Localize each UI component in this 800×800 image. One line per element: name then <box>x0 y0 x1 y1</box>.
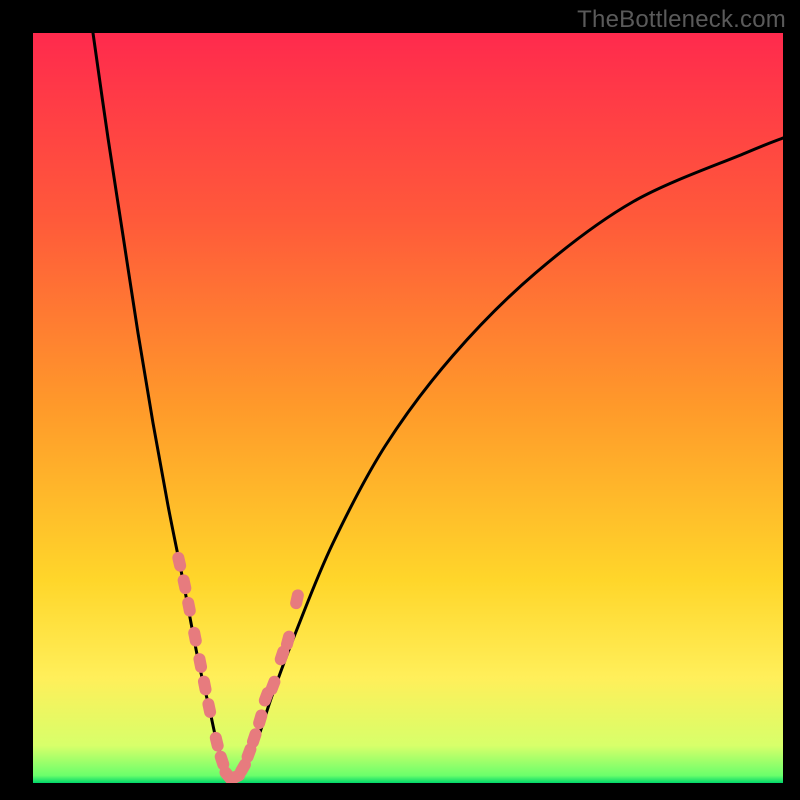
plot-area <box>33 33 783 783</box>
watermark-text: TheBottleneck.com <box>577 6 786 34</box>
outer-frame: TheBottleneck.com <box>0 0 800 800</box>
